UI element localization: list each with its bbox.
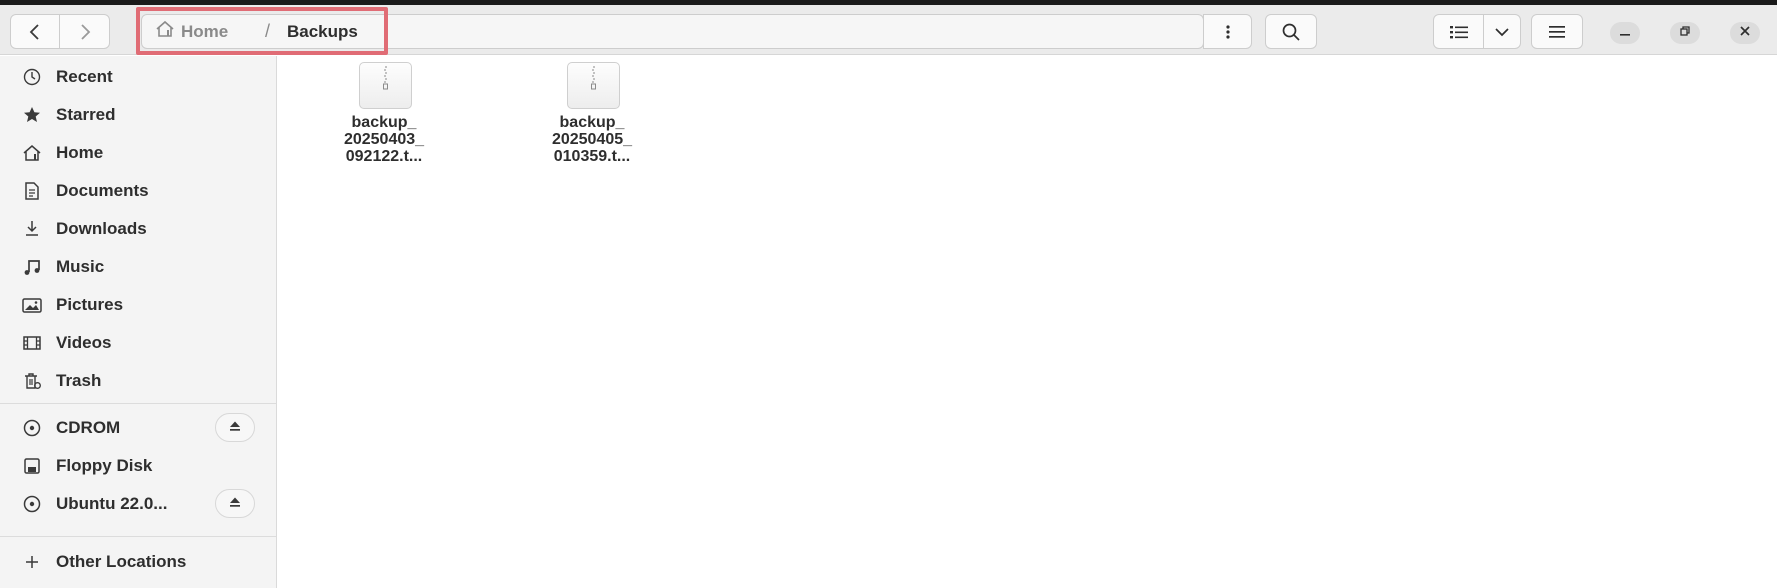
disc-icon <box>20 418 44 438</box>
eject-icon <box>229 419 241 437</box>
sidebar-item-floppy-disk[interactable]: Floppy Disk <box>0 447 276 484</box>
sidebar-item-label: Floppy Disk <box>56 456 153 475</box>
sidebar-item-videos[interactable]: Videos <box>0 324 276 361</box>
sidebar-item-music[interactable]: Music <box>0 248 276 285</box>
search-icon <box>1281 22 1301 42</box>
hamburger-menu-icon <box>1548 25 1566 39</box>
sidebar-item-label: Home <box>56 143 104 162</box>
file-name-line: backup_ <box>559 114 625 131</box>
sidebar-item-label: CDROM <box>56 418 121 437</box>
close-icon <box>1739 24 1751 42</box>
sidebar-item-ubuntu-disc[interactable]: Ubuntu 22.0... <box>0 485 276 522</box>
sidebar-item-label: Starred <box>56 105 116 124</box>
download-icon <box>20 219 44 239</box>
breadcrumb-home-label: Home <box>181 21 229 41</box>
sidebar-item-downloads[interactable]: Downloads <box>0 210 276 247</box>
file-name: backup_ 20250405_ 010359.t... <box>527 114 657 165</box>
maximize-button[interactable] <box>1670 22 1700 44</box>
sidebar-item-cdrom[interactable]: CDROM <box>0 409 276 446</box>
close-button[interactable] <box>1730 22 1760 44</box>
vertical-dots-icon <box>1225 24 1231 40</box>
sidebar-item-recent[interactable]: Recent <box>0 58 276 95</box>
film-icon <box>20 333 44 353</box>
sidebar-item-label: Music <box>56 257 105 276</box>
eject-cdrom-button[interactable] <box>215 413 255 442</box>
breadcrumb-current[interactable]: Backups <box>287 15 358 48</box>
breadcrumb-separator: / <box>265 21 271 41</box>
sidebar-item-starred[interactable]: Starred <box>0 96 276 133</box>
breadcrumb-home[interactable]: Home <box>155 15 228 48</box>
sidebar-item-label: Trash <box>56 371 102 390</box>
eject-icon <box>229 495 241 513</box>
view-options-dropdown[interactable] <box>1483 14 1521 49</box>
file-name: backup_ 20250403_ 092122.t... <box>319 114 449 165</box>
file-name-line: 010359.t... <box>553 148 631 165</box>
sidebar-divider <box>0 536 276 537</box>
music-note-icon <box>20 257 44 277</box>
document-icon <box>20 181 44 201</box>
path-bar: Home / Backups <box>141 14 1204 49</box>
sidebar-item-label: Videos <box>56 333 112 352</box>
file-name-line: 20250403_ <box>343 131 425 148</box>
picture-icon <box>20 295 44 315</box>
sidebar-item-label: Downloads <box>56 219 147 238</box>
go-forward-icon <box>78 23 92 41</box>
sidebar-item-pictures[interactable]: Pictures <box>0 286 276 323</box>
go-back-icon <box>28 23 42 41</box>
forward-button[interactable] <box>59 14 110 49</box>
minimize-icon <box>1619 24 1631 42</box>
view-mode-button[interactable] <box>1433 14 1484 49</box>
path-menu-button[interactable] <box>1203 14 1252 49</box>
home-icon <box>20 143 44 163</box>
sidebar-item-label: Pictures <box>56 295 124 314</box>
sidebar-item-documents[interactable]: Documents <box>0 172 276 209</box>
star-icon <box>20 105 44 125</box>
disc-icon <box>20 494 44 514</box>
eject-ubuntu-button[interactable] <box>215 489 255 518</box>
floppy-icon <box>20 456 44 476</box>
file-manager-window: Home / Backups Recent Starred Home Docum… <box>0 0 1777 588</box>
main-menu-button[interactable] <box>1531 14 1583 49</box>
sidebar-item-other-locations[interactable]: Other Locations <box>0 543 276 580</box>
sidebar-item-home[interactable]: Home <box>0 134 276 171</box>
sidebar-item-trash[interactable]: Trash <box>0 362 276 399</box>
file-name-line: 20250405_ <box>551 131 633 148</box>
file-name-line: backup_ <box>351 114 417 131</box>
home-icon <box>155 20 175 43</box>
archive-file-icon <box>567 62 620 109</box>
sidebar-item-label: Ubuntu 22.0... <box>56 494 168 513</box>
file-item[interactable]: backup_ 20250405_ 010359.t... <box>527 62 657 172</box>
sidebar: Recent Starred Home Documents Downloads <box>0 56 277 588</box>
file-item[interactable]: backup_ 20250403_ 092122.t... <box>319 62 449 172</box>
search-button[interactable] <box>1265 14 1317 49</box>
sidebar-item-label: Other Locations <box>56 552 187 571</box>
sidebar-item-label: Documents <box>56 181 149 200</box>
archive-file-icon <box>359 62 412 109</box>
trash-icon <box>20 371 44 391</box>
minimize-button[interactable] <box>1610 22 1640 44</box>
list-view-icon <box>1449 24 1469 40</box>
clock-icon <box>20 67 44 87</box>
sidebar-item-label: Recent <box>56 67 113 86</box>
plus-icon <box>20 552 44 572</box>
file-name-line: 092122.t... <box>345 148 423 165</box>
sidebar-divider <box>0 403 276 404</box>
header-bar: Home / Backups <box>0 5 1777 55</box>
back-button[interactable] <box>10 14 60 49</box>
maximize-icon <box>1679 24 1691 42</box>
file-view: backup_ 20250403_ 092122.t... backup_ 20… <box>277 56 1777 588</box>
chevron-down-icon <box>1494 27 1510 37</box>
